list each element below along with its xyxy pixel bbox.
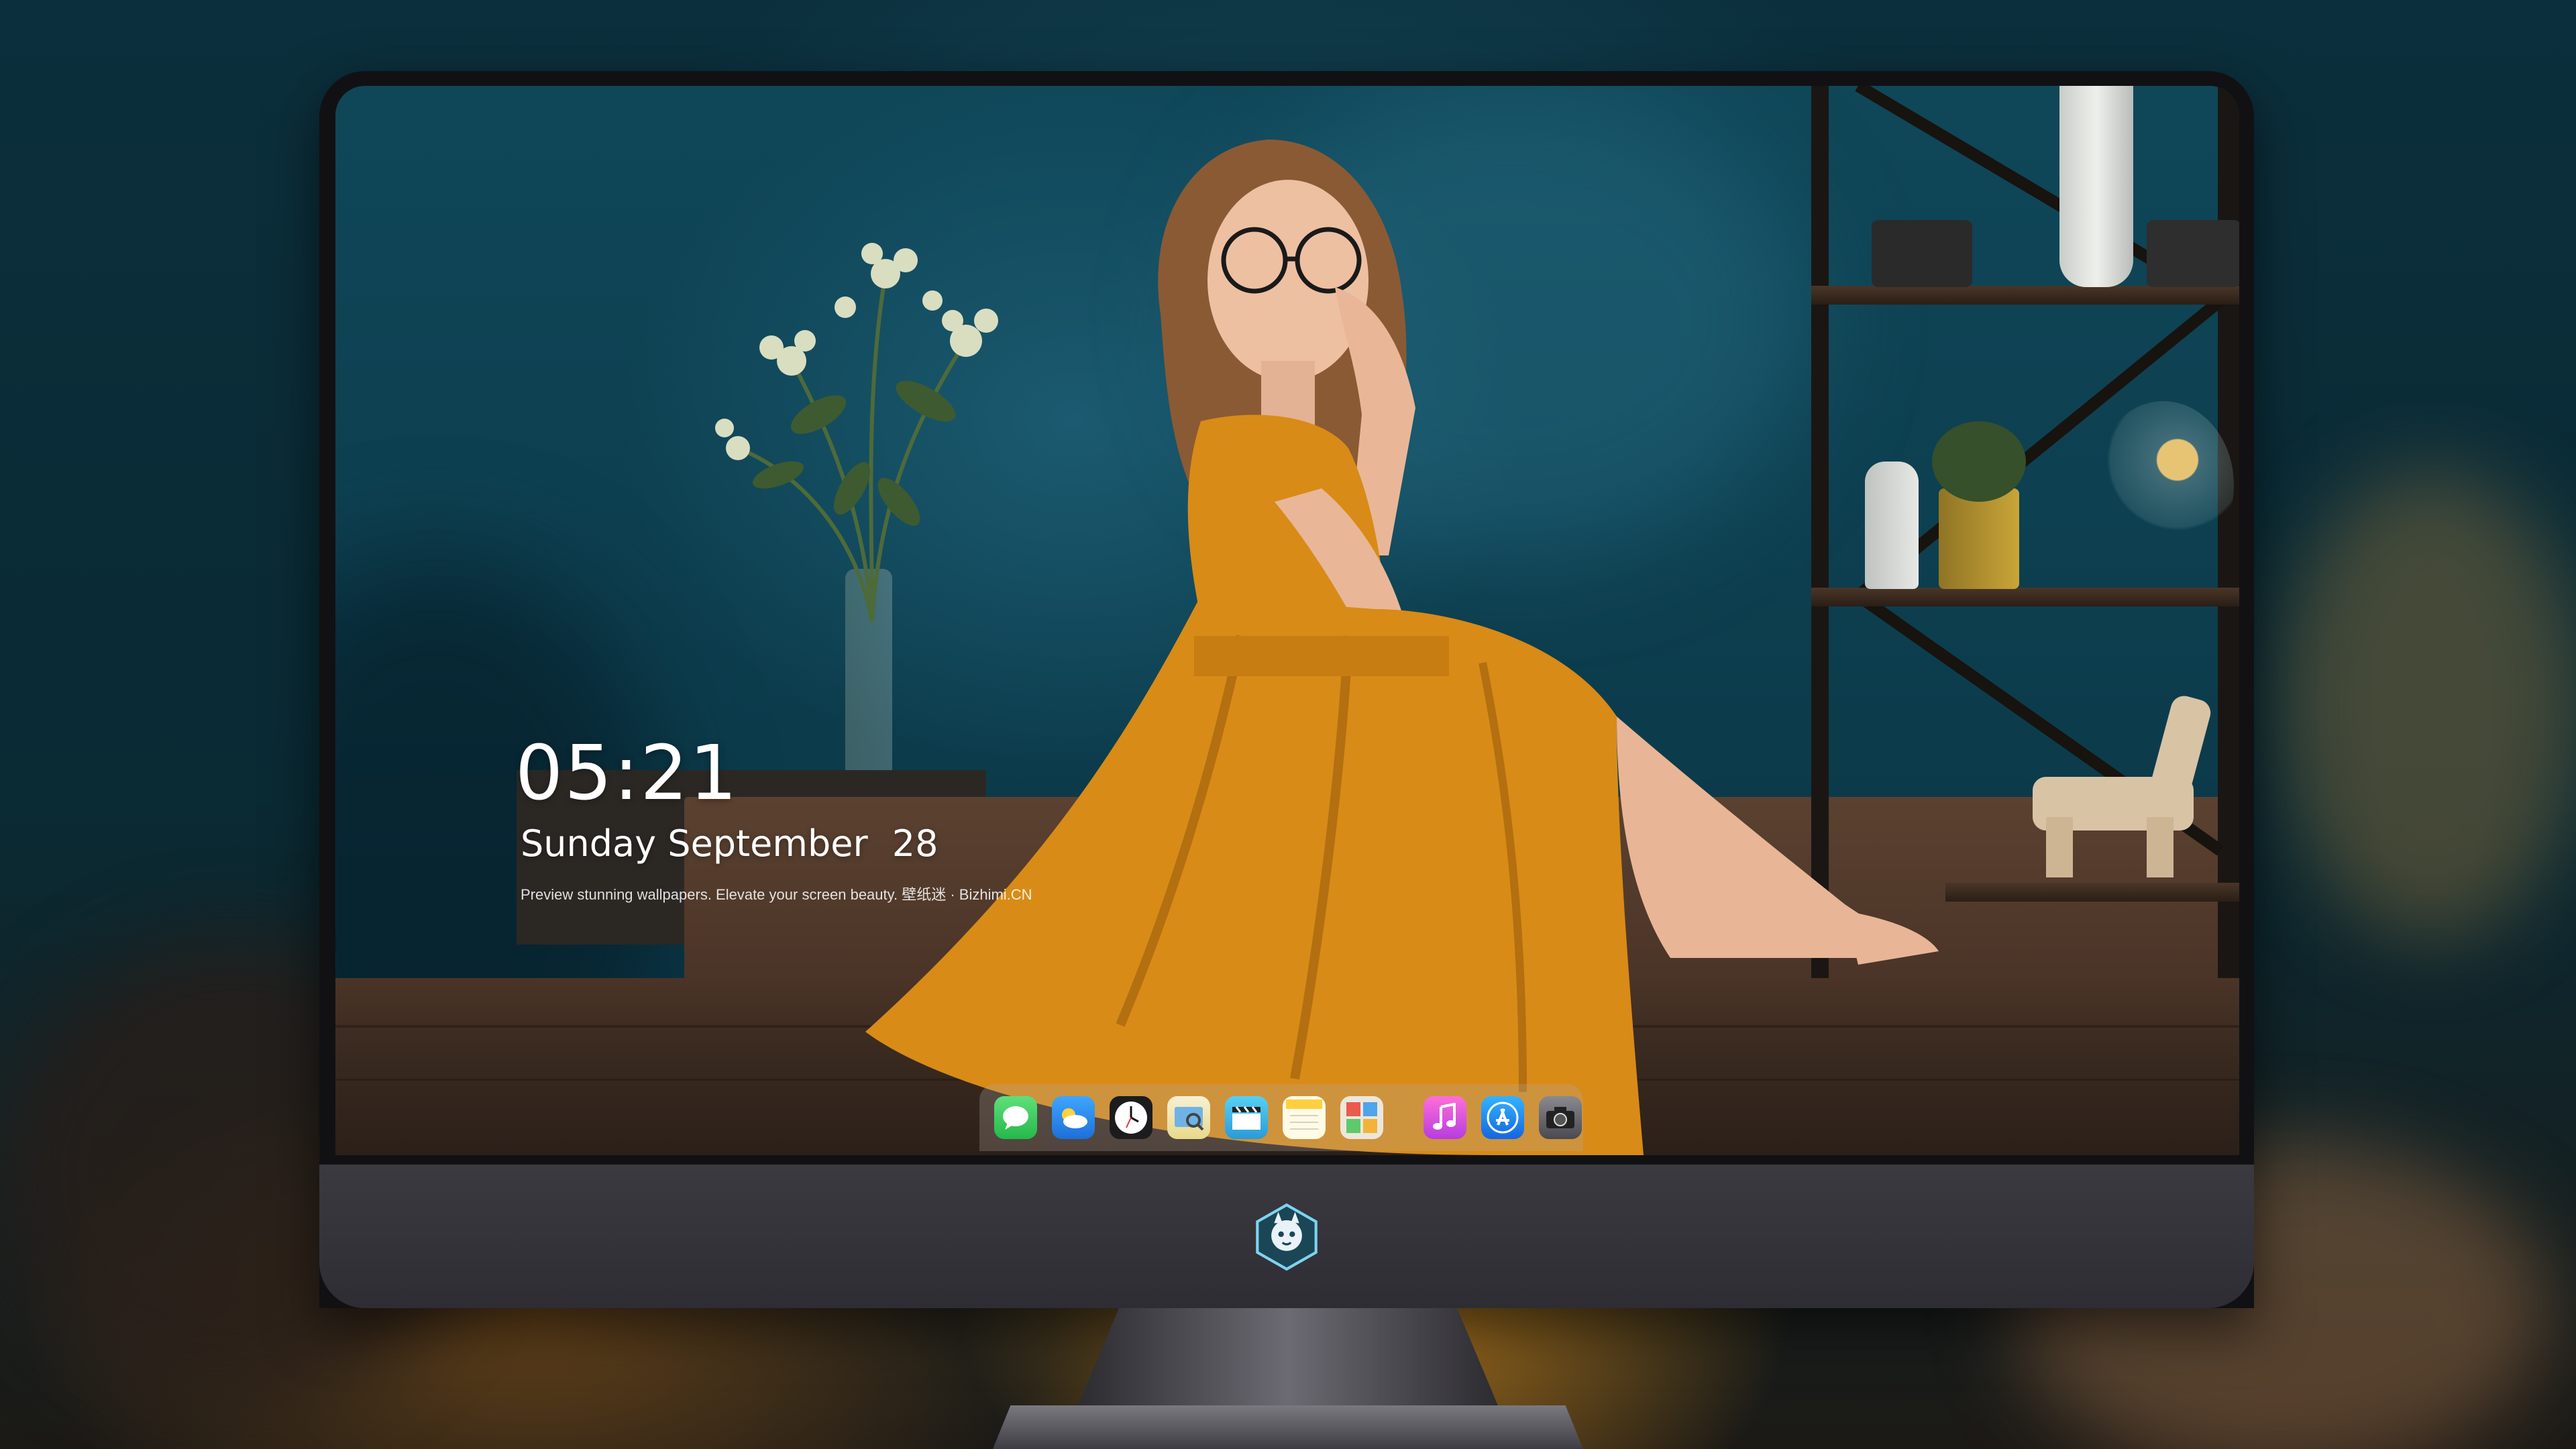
clock-icon[interactable] [1110,1096,1152,1139]
lock-screen-time: 05:21 [515,730,739,817]
lock-screen[interactable]: 05:21 Sunday September 28 Preview stunnin… [335,86,2239,1155]
date-weekday: Sunday [521,822,657,865]
music-icon[interactable] [1424,1096,1466,1139]
monitor-stand-base [993,1405,1583,1449]
wallpaper-figure [865,140,1939,1155]
lock-screen-date: Sunday September 28 [521,822,938,865]
notes-icon[interactable] [1283,1096,1326,1139]
messages-icon[interactable] [994,1096,1037,1139]
date-month: September [667,822,868,865]
backdrop-blur-right [2281,470,2576,939]
photo-booth-icon[interactable] [1340,1096,1383,1139]
weather-icon[interactable] [1052,1096,1095,1139]
clapper-icon[interactable] [1225,1096,1268,1139]
dock [979,1084,1583,1151]
monitor-stand [1077,1308,1499,1409]
app-store-icon[interactable] [1481,1096,1524,1139]
white-vase [2059,86,2133,287]
date-day: 28 [892,822,938,865]
shelf-board [1945,883,2239,902]
vintage-camera [2147,220,2239,287]
glass-lamp [2093,401,2234,569]
wooden-horse [2033,690,2227,877]
brand-logo-icon [1256,1203,1318,1271]
desktop-background: 05:21 Sunday September 28 Preview stunnin… [0,0,2576,1449]
preview-icon[interactable] [1167,1096,1210,1139]
wallpaper-tagline: Preview stunning wallpapers. Elevate you… [521,886,1032,903]
camera-icon[interactable] [1539,1096,1582,1139]
